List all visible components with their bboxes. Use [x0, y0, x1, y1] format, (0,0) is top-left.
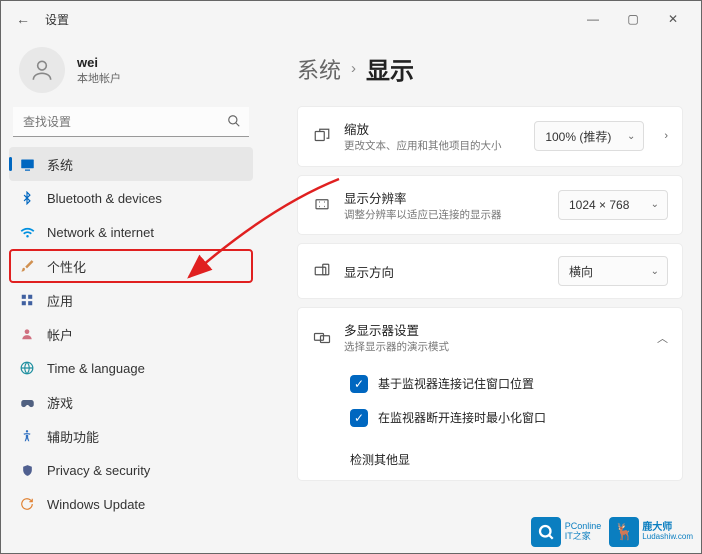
chevron-down-icon: ⌄ [651, 199, 659, 210]
shield-icon [19, 462, 35, 478]
account-icon [19, 326, 35, 342]
nav-item-accessibility[interactable]: 辅助功能 [9, 419, 253, 453]
nav-item-privacy[interactable]: Privacy & security [9, 453, 253, 487]
checkbox-remember-position[interactable]: ✓ [350, 375, 368, 393]
watermarks: PConline IT之家 🦌 鹿大师 Ludashiw.com [531, 517, 693, 547]
system-icon [19, 156, 35, 172]
breadcrumb-parent[interactable]: 系统 [297, 53, 341, 85]
expand-chevron-icon[interactable]: › [664, 130, 668, 142]
nav-item-time-language[interactable]: Time & language [9, 351, 253, 385]
window-title: 设置 [45, 11, 69, 28]
resolution-card: 显示分辨率 调整分辨率以适应已连接的显示器 1024 × 768 ⌄ [297, 175, 683, 236]
search-icon [227, 114, 241, 131]
resolution-desc: 调整分辨率以适应已连接的显示器 [344, 209, 546, 223]
nav-label: 应用 [47, 291, 73, 310]
wifi-icon [19, 224, 35, 240]
scale-card: 缩放 更改文本、应用和其他项目的大小 100% (推荐) ⌄ › [297, 106, 683, 167]
close-button[interactable]: ✕ [653, 5, 693, 33]
brush-icon [19, 258, 35, 274]
watermark-pconline: PConline IT之家 [531, 517, 602, 547]
minimize-button[interactable]: — [573, 5, 613, 33]
nav-label: 系统 [47, 155, 73, 174]
nav-list: 系统 Bluetooth & devices Network & interne… [1, 147, 261, 545]
nav-label: Windows Update [47, 497, 145, 512]
profile-name: wei [77, 55, 121, 70]
avatar [19, 47, 65, 93]
back-button[interactable]: ← [9, 5, 37, 33]
nav-item-apps[interactable]: 应用 [9, 283, 253, 317]
resolution-value: 1024 × 768 [569, 198, 629, 212]
chevron-down-icon: ⌄ [651, 266, 659, 277]
globe-icon [19, 360, 35, 376]
checkbox-minimize-on-disconnect[interactable]: ✓ [350, 409, 368, 427]
multidisplay-title: 多显示器设置 [344, 320, 637, 339]
gaming-icon [19, 394, 35, 410]
nav-label: Privacy & security [47, 463, 150, 478]
sidebar: wei 本地帐户 系统 [1, 37, 261, 553]
multidisplay-desc: 选择显示器的演示模式 [344, 341, 637, 355]
main-content: 系统 › 显示 缩放 更改文本、应用和其他项目的大小 100% (推荐) ⌄ › [261, 37, 701, 553]
nav-item-accounts[interactable]: 帐户 [9, 317, 253, 351]
nav-label: Network & internet [47, 225, 154, 240]
profile-subtitle: 本地帐户 [77, 70, 121, 86]
nav-item-bluetooth[interactable]: Bluetooth & devices [9, 181, 253, 215]
nav-label: 游戏 [47, 393, 73, 412]
orientation-card: 显示方向 横向 ⌄ [297, 243, 683, 299]
multidisplay-icon [312, 329, 332, 347]
watermark-ludashi: 🦌 鹿大师 Ludashiw.com [609, 517, 693, 547]
breadcrumb: 系统 › 显示 [297, 51, 683, 86]
nav-item-system[interactable]: 系统 [9, 147, 253, 181]
pconline-icon [531, 517, 561, 547]
nav-label: 辅助功能 [47, 427, 99, 446]
scale-title: 缩放 [344, 119, 522, 138]
nav-item-windows-update[interactable]: Windows Update [9, 487, 253, 521]
scale-desc: 更改文本、应用和其他项目的大小 [344, 140, 522, 154]
detect-label: 检测其他显 [350, 451, 410, 468]
search-box[interactable] [13, 107, 249, 137]
nav-label: 个性化 [47, 257, 86, 276]
scale-value: 100% (推荐) [545, 128, 611, 145]
ludashi-icon: 🦌 [609, 517, 639, 547]
maximize-button[interactable]: ▢ [613, 5, 653, 33]
resolution-title: 显示分辨率 [344, 188, 546, 207]
accessibility-icon [19, 428, 35, 444]
check-label-1: 基于监视器连接记住窗口位置 [378, 375, 534, 392]
resolution-icon [312, 196, 332, 214]
scale-icon [312, 127, 332, 145]
orientation-select[interactable]: 横向 ⌄ [558, 256, 668, 286]
nav-label: Bluetooth & devices [47, 191, 162, 206]
bluetooth-icon [19, 190, 35, 206]
multidisplay-card: 多显示器设置 选择显示器的演示模式 ︿ ✓ 基于监视器连接记住窗口位置 ✓ 在监… [297, 307, 683, 481]
update-icon [19, 496, 35, 512]
nav-label: 帐户 [47, 325, 73, 344]
orientation-value: 横向 [569, 263, 593, 280]
scale-select[interactable]: 100% (推荐) ⌄ [534, 121, 644, 151]
orientation-title: 显示方向 [344, 262, 546, 281]
search-input[interactable] [13, 107, 249, 137]
check-label-2: 在监视器断开连接时最小化窗口 [378, 409, 546, 426]
chevron-down-icon: ⌄ [627, 131, 635, 142]
resolution-select[interactable]: 1024 × 768 ⌄ [558, 190, 668, 220]
apps-icon [19, 292, 35, 308]
profile-section[interactable]: wei 本地帐户 [1, 43, 261, 107]
orientation-icon [312, 262, 332, 280]
nav-item-personalization[interactable]: 个性化 [9, 249, 253, 283]
chevron-right-icon: › [351, 60, 356, 77]
titlebar: ← 设置 — ▢ ✕ [1, 1, 701, 37]
window-controls: — ▢ ✕ [573, 5, 693, 33]
collapse-chevron-icon[interactable]: ︿ [657, 330, 668, 346]
breadcrumb-current: 显示 [366, 51, 414, 86]
nav-item-network[interactable]: Network & internet [9, 215, 253, 249]
nav-item-gaming[interactable]: 游戏 [9, 385, 253, 419]
nav-label: Time & language [47, 361, 145, 376]
